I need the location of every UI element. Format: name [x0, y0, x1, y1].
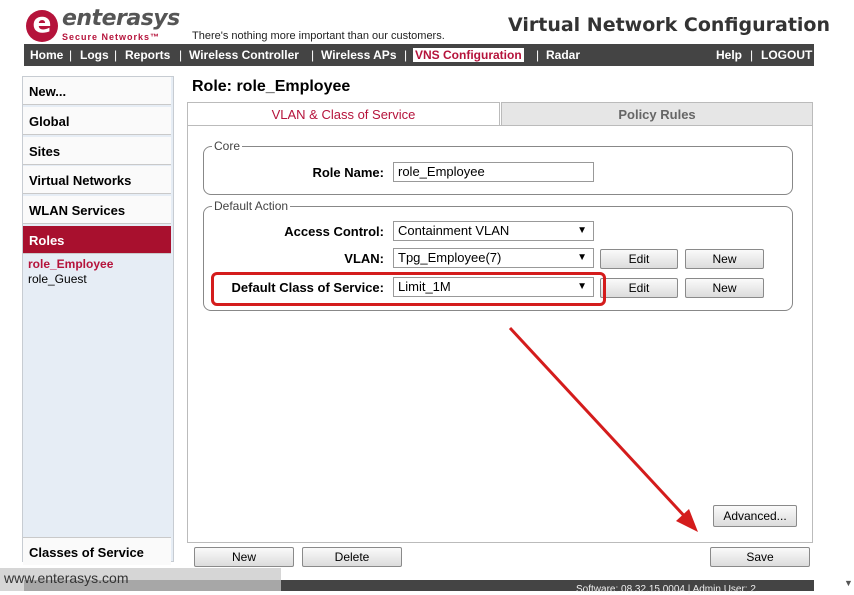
brand-name: enterasys [62, 6, 180, 31]
tab-policy-rules[interactable]: Policy Rules [501, 102, 813, 126]
save-button[interactable]: Save [710, 547, 810, 567]
nav-reports[interactable]: Reports [125, 48, 170, 62]
cos-edit-button[interactable]: Edit [600, 278, 678, 298]
sidebar-item-virtual-networks[interactable]: Virtual Networks [23, 166, 171, 194]
sidebar-item-wlan-services[interactable]: WLAN Services [23, 196, 171, 224]
nav-separator: | [311, 48, 315, 62]
nav-radar[interactable]: Radar [546, 48, 580, 62]
highlight-box [211, 272, 606, 306]
vlan-select[interactable]: Tpg_Employee(7) [393, 248, 594, 268]
vlan-new-button[interactable]: New [685, 249, 764, 269]
nav-separator: | [750, 48, 754, 62]
sidebar-item-global[interactable]: Global [23, 107, 171, 135]
cos-new-button[interactable]: New [685, 278, 764, 298]
tab-vlan-class-of-service[interactable]: VLAN & Class of Service [187, 102, 500, 126]
role-title: Role: role_Employee [192, 78, 351, 95]
sidebar-item-new[interactable]: New... [23, 77, 171, 105]
vlan-edit-button[interactable]: Edit [600, 249, 678, 269]
brand-subtitle: Secure Networks™ [62, 32, 161, 42]
nav-home[interactable]: Home [30, 48, 63, 62]
access-control-select[interactable]: Containment VLAN [393, 221, 594, 241]
logo-letter: e [32, 6, 52, 39]
nav-separator: | [69, 48, 73, 62]
nav-wireless-controller[interactable]: Wireless Controller [189, 48, 299, 62]
delete-role-button[interactable]: Delete [302, 547, 402, 567]
nav-vns-configuration[interactable]: VNS Configuration [413, 48, 524, 62]
sidebar-item-sites[interactable]: Sites [23, 137, 171, 165]
default-action-legend: Default Action [214, 199, 289, 213]
nav-separator: | [179, 48, 183, 62]
sidebar-role-employee[interactable]: role_Employee [28, 257, 113, 271]
page-title: Virtual Network Configuration [508, 14, 831, 36]
nav-separator: | [404, 48, 408, 62]
access-control-label: Access Control: [284, 224, 384, 239]
sidebar-item-roles[interactable]: Roles [23, 226, 171, 254]
core-legend: Core [214, 139, 241, 153]
nav-separator: | [114, 48, 118, 62]
scroll-down-arrow-icon[interactable]: ▼ [844, 578, 853, 588]
tagline: There's nothing more important than our … [192, 30, 445, 42]
nav-separator: | [536, 48, 540, 62]
new-role-button[interactable]: New [194, 547, 294, 567]
nav-help[interactable]: Help [716, 48, 742, 62]
role-name-input[interactable]: role_Employee [393, 162, 594, 182]
sidebar-item-classes-of-service[interactable]: Classes of Service [23, 537, 171, 565]
nav-wireless-aps[interactable]: Wireless APs [321, 48, 397, 62]
watermark: www.enterasys.com [0, 568, 281, 591]
sidebar-role-guest[interactable]: role_Guest [28, 272, 87, 286]
vlan-label: VLAN: [344, 251, 384, 266]
footer-status: Software: 08.32.15.0004 | Admin User: 2 [576, 584, 756, 595]
role-name-label: Role Name: [312, 165, 384, 180]
nav-logs[interactable]: Logs [80, 48, 109, 62]
nav-logout[interactable]: LOGOUT [761, 48, 812, 62]
advanced-button[interactable]: Advanced... [713, 505, 797, 527]
